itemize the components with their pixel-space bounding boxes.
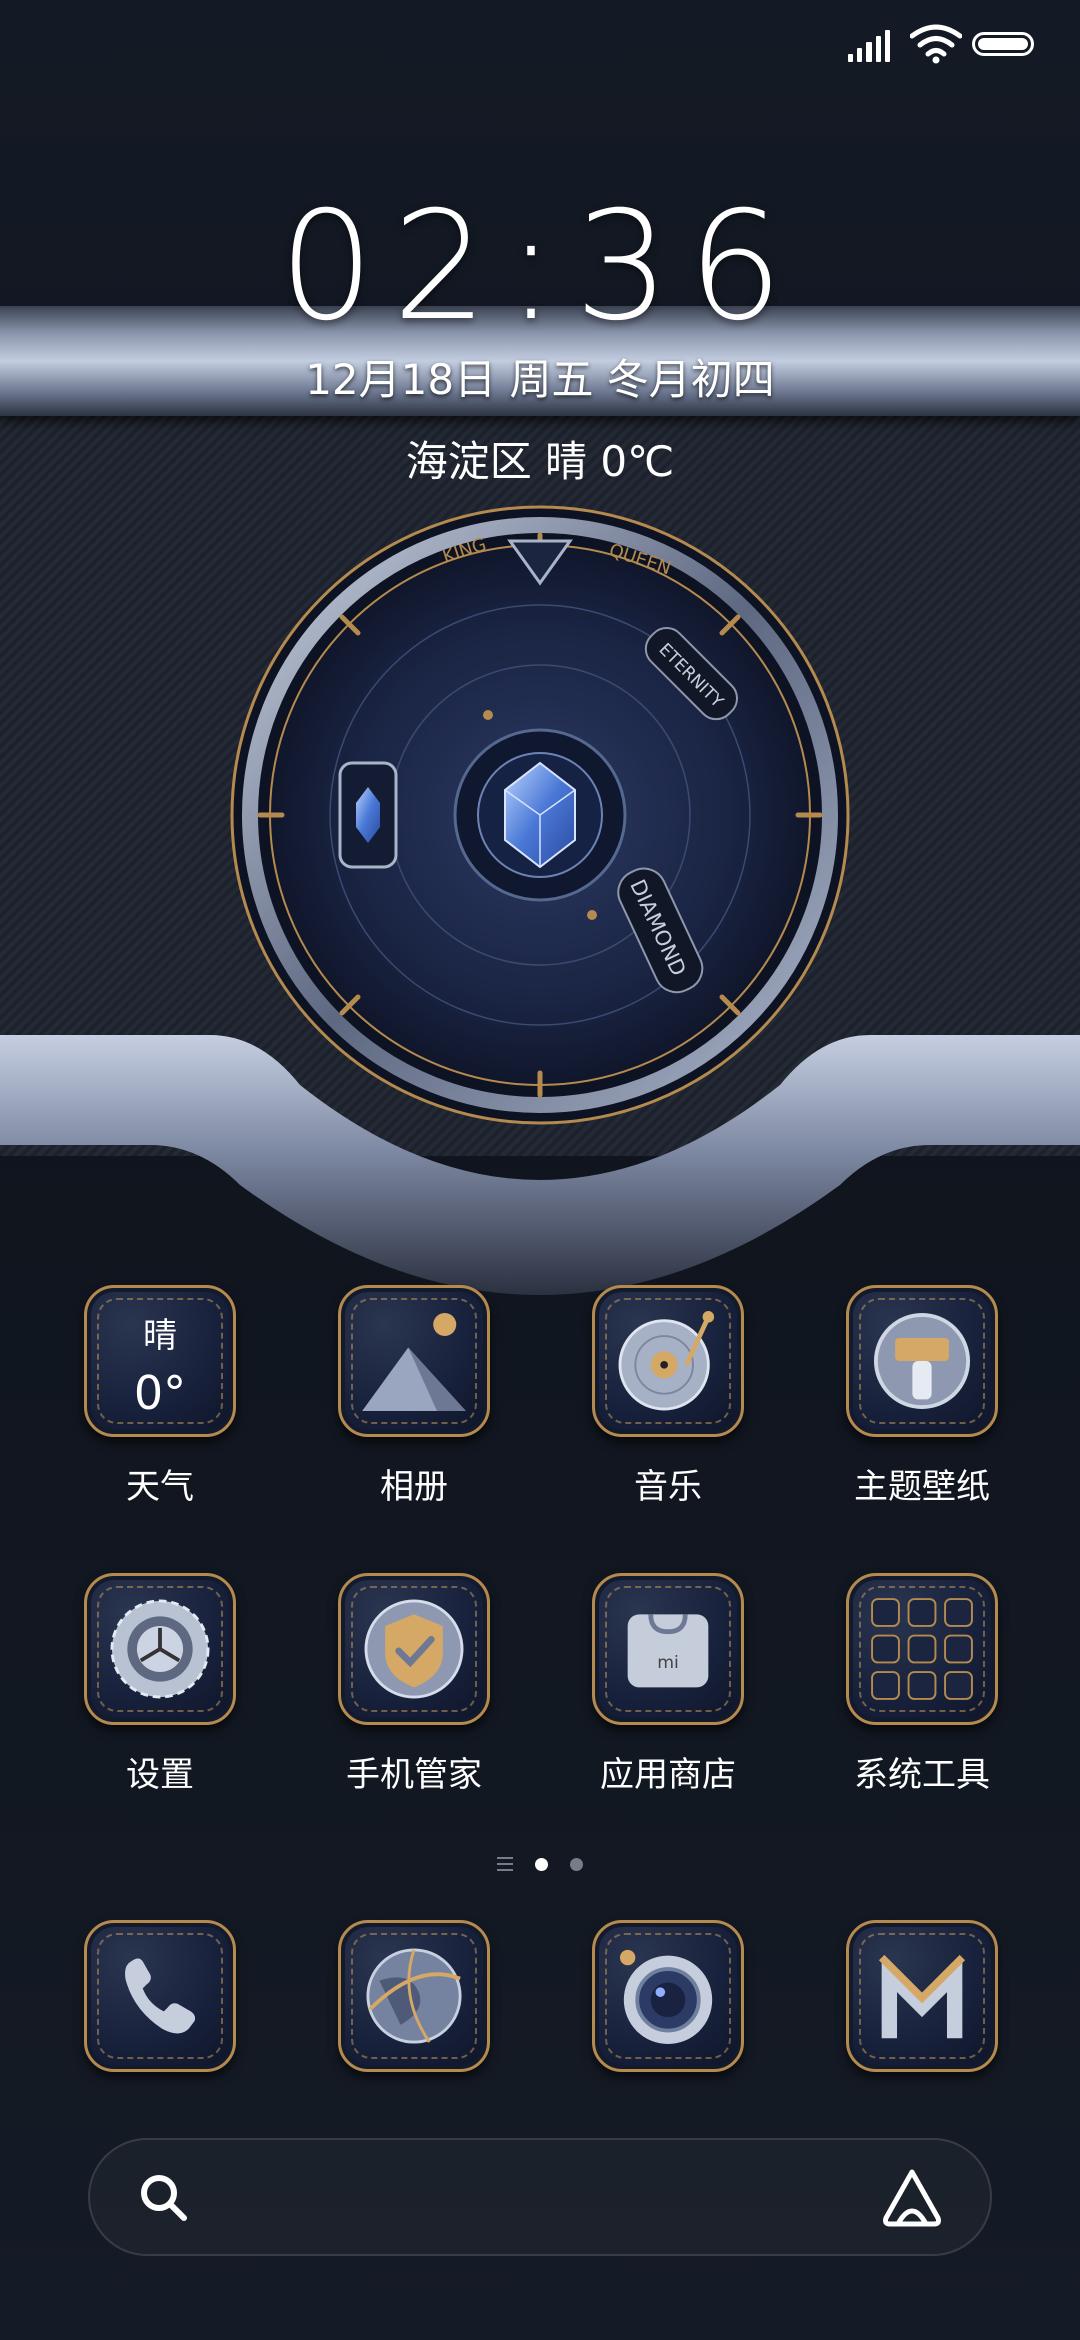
page-dot[interactable] bbox=[570, 1857, 583, 1871]
app-list-menu-icon[interactable] bbox=[497, 1857, 513, 1871]
phone-icon[interactable] bbox=[84, 1920, 236, 2072]
weather-icon-condition: 晴 bbox=[143, 1316, 177, 1356]
music-icon[interactable] bbox=[592, 1285, 744, 1437]
app-store-icon[interactable]: mi bbox=[592, 1573, 744, 1725]
dock bbox=[0, 1920, 1080, 2080]
dock-phone[interactable] bbox=[33, 1920, 287, 2072]
dock-camera[interactable] bbox=[541, 1920, 795, 2072]
cellular-signal-icon bbox=[848, 30, 891, 62]
svg-text:mi: mi bbox=[657, 1653, 679, 1673]
app-themes[interactable]: 主题壁纸 bbox=[795, 1285, 1049, 1508]
app-gallery[interactable]: 相册 bbox=[287, 1285, 541, 1508]
app-store[interactable]: mi 应用商店 bbox=[541, 1573, 795, 1796]
system-tools-folder-icon[interactable] bbox=[846, 1573, 998, 1725]
wifi-icon bbox=[910, 24, 962, 64]
themes-icon[interactable] bbox=[846, 1285, 998, 1437]
app-label: 手机管家 bbox=[346, 1755, 482, 1795]
app-label: 音乐 bbox=[634, 1467, 702, 1507]
app-security[interactable]: 手机管家 bbox=[287, 1573, 541, 1796]
weather-line[interactable]: 海淀区 晴 0℃ bbox=[0, 428, 1080, 489]
app-label: 系统工具 bbox=[854, 1755, 990, 1795]
settings-icon[interactable] bbox=[84, 1573, 236, 1725]
app-label: 主题壁纸 bbox=[854, 1467, 990, 1507]
page-dot-active[interactable] bbox=[535, 1857, 548, 1871]
dock-browser[interactable] bbox=[287, 1920, 541, 2072]
gallery-icon[interactable] bbox=[338, 1285, 490, 1437]
diamond-dial-widget[interactable]: KING QUEEN ETERNITY DIAMOND bbox=[230, 505, 850, 1125]
clock-time[interactable]: 02:36 bbox=[0, 180, 1080, 354]
browser-icon[interactable] bbox=[338, 1920, 490, 2072]
app-music[interactable]: 音乐 bbox=[541, 1285, 795, 1508]
battery-icon bbox=[972, 32, 1034, 56]
app-label: 相册 bbox=[380, 1467, 448, 1507]
app-settings[interactable]: 设置 bbox=[33, 1573, 287, 1796]
app-label: 天气 bbox=[126, 1467, 194, 1507]
app-label: 应用商店 bbox=[600, 1755, 736, 1795]
app-system-tools[interactable]: 系统工具 bbox=[795, 1573, 1049, 1796]
mail-icon[interactable] bbox=[846, 1920, 998, 2072]
date-line[interactable]: 12月18日 周五 冬月初四 bbox=[0, 346, 1080, 407]
security-icon[interactable] bbox=[338, 1573, 490, 1725]
app-weather[interactable]: 晴 0° 天气 bbox=[33, 1285, 287, 1508]
weather-icon[interactable]: 晴 0° bbox=[84, 1285, 236, 1437]
status-bar bbox=[0, 0, 1080, 96]
app-label: 设置 bbox=[126, 1755, 194, 1795]
search-icon[interactable] bbox=[136, 2170, 192, 2226]
camera-icon[interactable] bbox=[592, 1920, 744, 2072]
weather-icon-temp: 0° bbox=[133, 1366, 187, 1420]
page-indicator bbox=[0, 1852, 1080, 1876]
search-bar[interactable] bbox=[88, 2138, 992, 2256]
dock-mail[interactable] bbox=[795, 1920, 1049, 2072]
assistant-icon[interactable] bbox=[880, 2166, 944, 2230]
